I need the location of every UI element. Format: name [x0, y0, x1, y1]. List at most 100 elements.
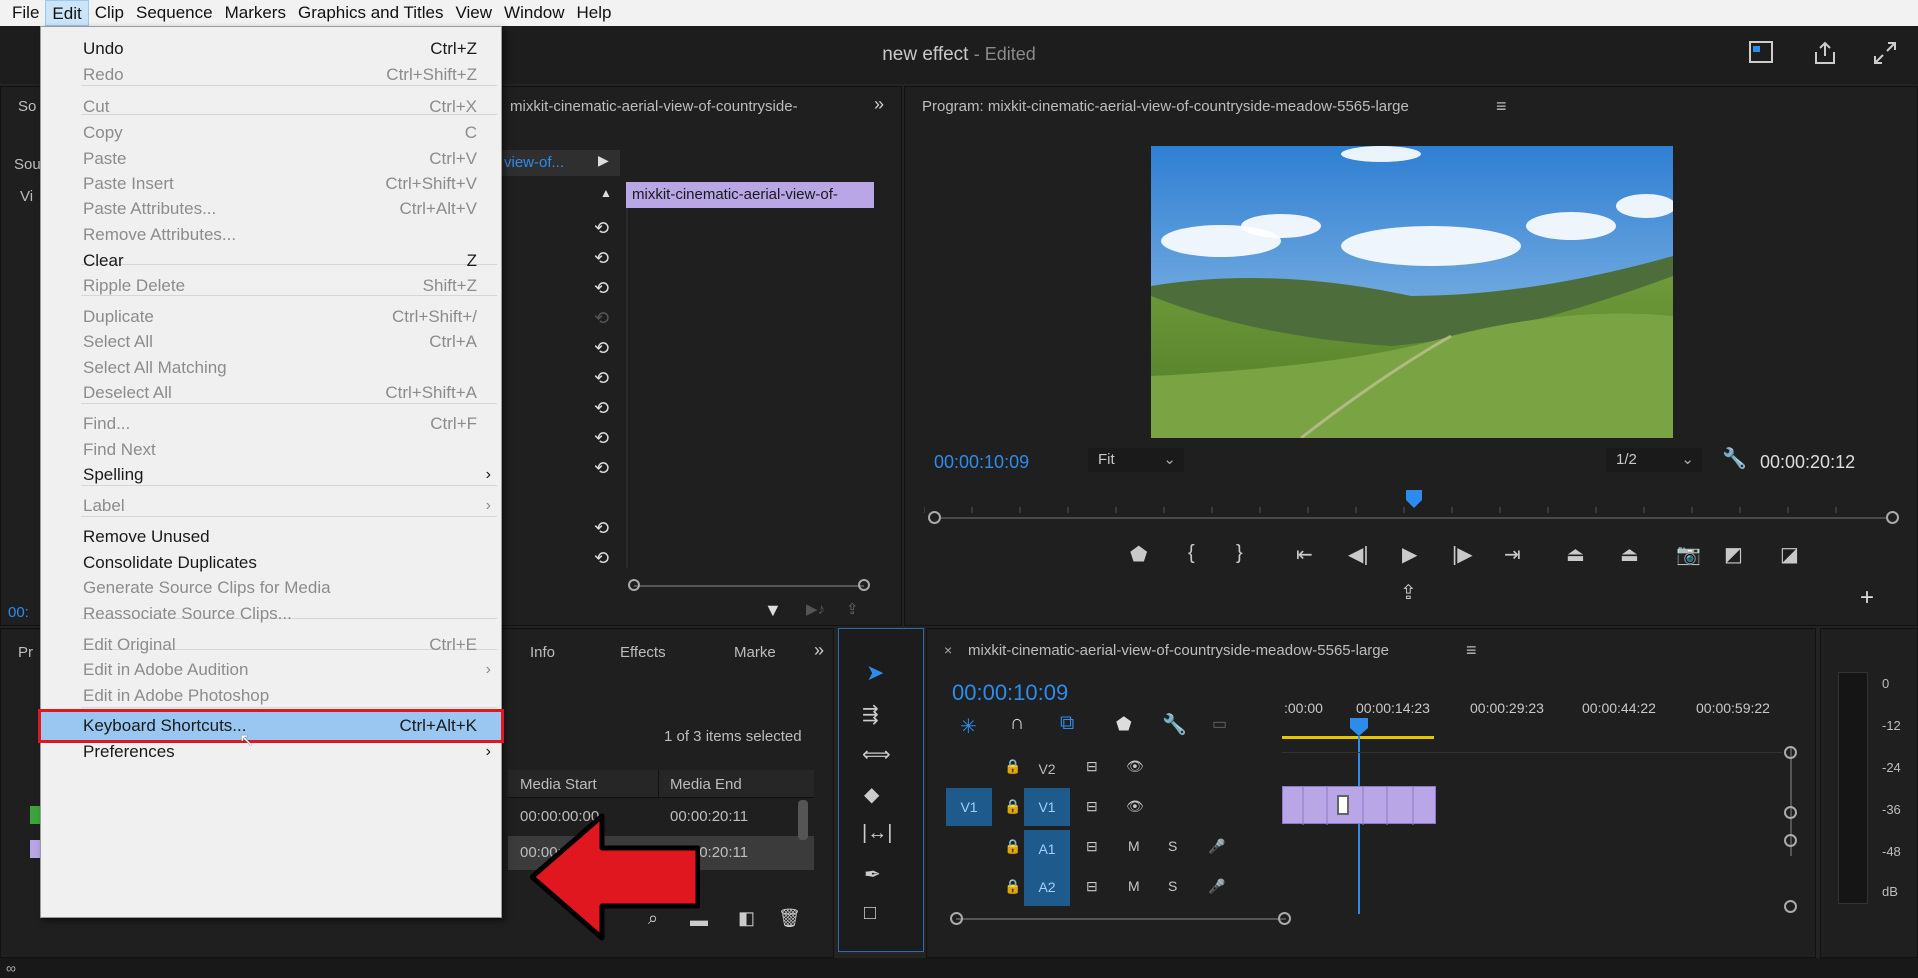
comparison-view-icon[interactable]: ◩ — [1724, 542, 1743, 567]
ripple-edit-tool-icon[interactable]: ⟺ — [862, 742, 891, 767]
menu-item-consolidate-duplicates[interactable]: Consolidate Duplicates — [41, 549, 501, 577]
media-end-header[interactable]: Media End — [670, 776, 742, 793]
reset-parameter-icon[interactable]: ⟲ — [594, 548, 609, 569]
lift-icon[interactable]: ⏏ — [1566, 542, 1585, 567]
menu-sequence[interactable]: Sequence — [130, 0, 219, 26]
extract-icon[interactable]: ⏏ — [1620, 542, 1639, 567]
menu-item-preferences[interactable]: Preferences › — [41, 738, 501, 766]
menu-view[interactable]: View — [450, 0, 499, 26]
selection-tool-icon[interactable]: ➤ — [866, 660, 884, 686]
menu-edit[interactable]: Edit — [45, 0, 89, 26]
slip-tool-icon[interactable]: |↔| — [862, 822, 892, 845]
reset-parameter-icon[interactable]: ⟲ — [594, 368, 609, 389]
panel-menu-icon[interactable]: ≡ — [1496, 96, 1507, 117]
voiceover-icon[interactable]: 🎤 — [1208, 878, 1225, 895]
fullscreen-icon[interactable] — [1872, 40, 1898, 73]
panel-overflow-icon[interactable]: » — [874, 94, 884, 115]
button-editor-icon[interactable]: + — [1860, 584, 1874, 612]
step-back-icon[interactable]: ◀| — [1348, 542, 1369, 567]
reset-parameter-icon[interactable]: ⟲ — [594, 308, 609, 329]
sync-lock-icon[interactable]: ⊟ — [1086, 798, 1098, 815]
track-target-v1[interactable]: V1 — [1024, 788, 1070, 826]
lock-track-icon[interactable]: 🔒 — [1004, 838, 1021, 855]
nest-icon[interactable]: ✳ — [960, 714, 977, 739]
source-tab-2[interactable]: Sou — [14, 156, 41, 173]
track-target-v2[interactable]: V2 — [1024, 750, 1070, 788]
sync-lock-icon[interactable]: ⊟ — [1086, 838, 1098, 855]
timeline-timecode[interactable]: 00:00:10:09 — [952, 680, 1068, 706]
menu-clip[interactable]: Clip — [89, 0, 130, 26]
lock-track-icon[interactable]: 🔒 — [1004, 878, 1021, 895]
project-scrollbar[interactable] — [798, 800, 808, 840]
timeline-sequence-title[interactable]: mixkit-cinematic-aerial-view-of-countrys… — [968, 642, 1389, 659]
project-overflow-icon[interactable]: » — [814, 640, 824, 661]
mark-out-icon[interactable]: } — [1236, 542, 1243, 565]
workspace-icon[interactable] — [1748, 40, 1774, 71]
vscroll-handle[interactable] — [1784, 806, 1797, 819]
go-to-in-icon[interactable]: ⇤ — [1296, 542, 1313, 567]
timeline-playhead[interactable] — [1350, 718, 1368, 736]
new-item-icon[interactable]: ◧ — [738, 908, 755, 929]
program-playhead[interactable] — [1406, 490, 1422, 508]
effect-clip-bar[interactable]: mixkit-cinematic-aerial-view-of- — [626, 182, 874, 208]
solo-button[interactable]: S — [1168, 878, 1177, 894]
snap-icon[interactable]: ∩ — [1010, 712, 1024, 735]
reset-parameter-icon[interactable]: ⟲ — [594, 218, 609, 239]
rectangle-tool-icon[interactable]: □ — [864, 902, 876, 925]
info-tab[interactable]: Info — [530, 644, 555, 661]
mute-button[interactable]: M — [1128, 838, 1140, 854]
add-marker-icon[interactable]: ⬟ — [1130, 542, 1147, 567]
scroll-up-icon[interactable]: ▲ — [600, 186, 612, 200]
menu-window[interactable]: Window — [498, 0, 570, 26]
menu-item-remove-unused[interactable]: Remove Unused — [41, 523, 501, 551]
source-patch-v1[interactable]: V1 — [946, 788, 992, 826]
play-triangle-icon[interactable]: ▶ — [598, 152, 609, 169]
timeline-horizontal-scrollbar[interactable] — [956, 918, 1286, 920]
effect-zoom-bar[interactable] — [634, 585, 864, 587]
fit-dropdown[interactable]: Fit ⌄ — [1088, 448, 1184, 472]
filter-icon[interactable]: ▼ — [764, 600, 782, 621]
lock-track-icon[interactable]: 🔒 — [1004, 758, 1021, 775]
voiceover-icon[interactable]: 🎤 — [1208, 838, 1225, 855]
menu-item-spelling[interactable]: Spelling › — [41, 461, 501, 489]
track-target-a1[interactable]: A1 — [1024, 830, 1070, 868]
go-to-out-icon[interactable]: ⇥ — [1504, 542, 1521, 567]
sync-lock-icon[interactable]: ⊟ — [1086, 878, 1098, 895]
media-start-header[interactable]: Media Start — [520, 776, 597, 793]
sync-lock-icon[interactable]: ⊟ — [1086, 758, 1098, 775]
toggle-output-icon[interactable]: 👁 — [1126, 798, 1144, 815]
razor-tool-icon[interactable]: ◆ — [864, 782, 879, 807]
reset-parameter-icon[interactable]: ⟲ — [594, 248, 609, 269]
reset-parameter-icon[interactable]: ⟲ — [594, 518, 609, 539]
solo-button[interactable]: S — [1168, 838, 1177, 854]
scrubber-end-handle[interactable] — [1886, 511, 1899, 524]
project-tab[interactable]: Pr — [18, 644, 33, 661]
vscroll-handle[interactable] — [1784, 900, 1797, 913]
zoom-handle-right[interactable] — [858, 579, 870, 591]
resolution-dropdown[interactable]: 1/2 ⌄ — [1606, 448, 1702, 472]
vscroll-handle[interactable] — [1784, 834, 1797, 847]
markers-tab[interactable]: Marke — [734, 644, 778, 661]
export-frame-icon[interactable]: 📷 — [1676, 542, 1701, 567]
pen-tool-icon[interactable]: ✒ — [864, 862, 881, 887]
menu-item-clear[interactable]: Clear Z — [41, 247, 501, 275]
reset-parameter-icon[interactable]: ⟲ — [594, 398, 609, 419]
linked-selection-icon[interactable]: ⧉ — [1060, 712, 1074, 735]
reset-parameter-icon[interactable]: ⟲ — [594, 338, 609, 359]
program-playhead-time[interactable]: 00:00:10:09 — [934, 452, 1029, 473]
mute-button[interactable]: M — [1128, 878, 1140, 894]
source-tab[interactable]: So — [18, 98, 36, 115]
menu-help[interactable]: Help — [571, 0, 618, 26]
share-icon[interactable] — [1812, 40, 1838, 73]
play-icon[interactable]: ▶ — [1402, 542, 1417, 567]
menu-item-undo[interactable]: Undo Ctrl+Z — [41, 35, 501, 63]
vscroll-handle[interactable] — [1784, 746, 1797, 759]
effects-tab[interactable]: Effects — [620, 644, 666, 661]
step-forward-icon[interactable]: |▶ — [1452, 542, 1473, 567]
insert-overwrite-icon[interactable]: ⇪ — [1400, 580, 1417, 605]
menu-file[interactable]: File — [6, 0, 45, 26]
reset-parameter-icon[interactable]: ⟲ — [594, 428, 609, 449]
toggle-output-icon[interactable]: 👁 — [1126, 758, 1144, 775]
menu-graphics-and-titles[interactable]: Graphics and Titles — [292, 0, 450, 26]
zoom-handle-left[interactable] — [628, 579, 640, 591]
